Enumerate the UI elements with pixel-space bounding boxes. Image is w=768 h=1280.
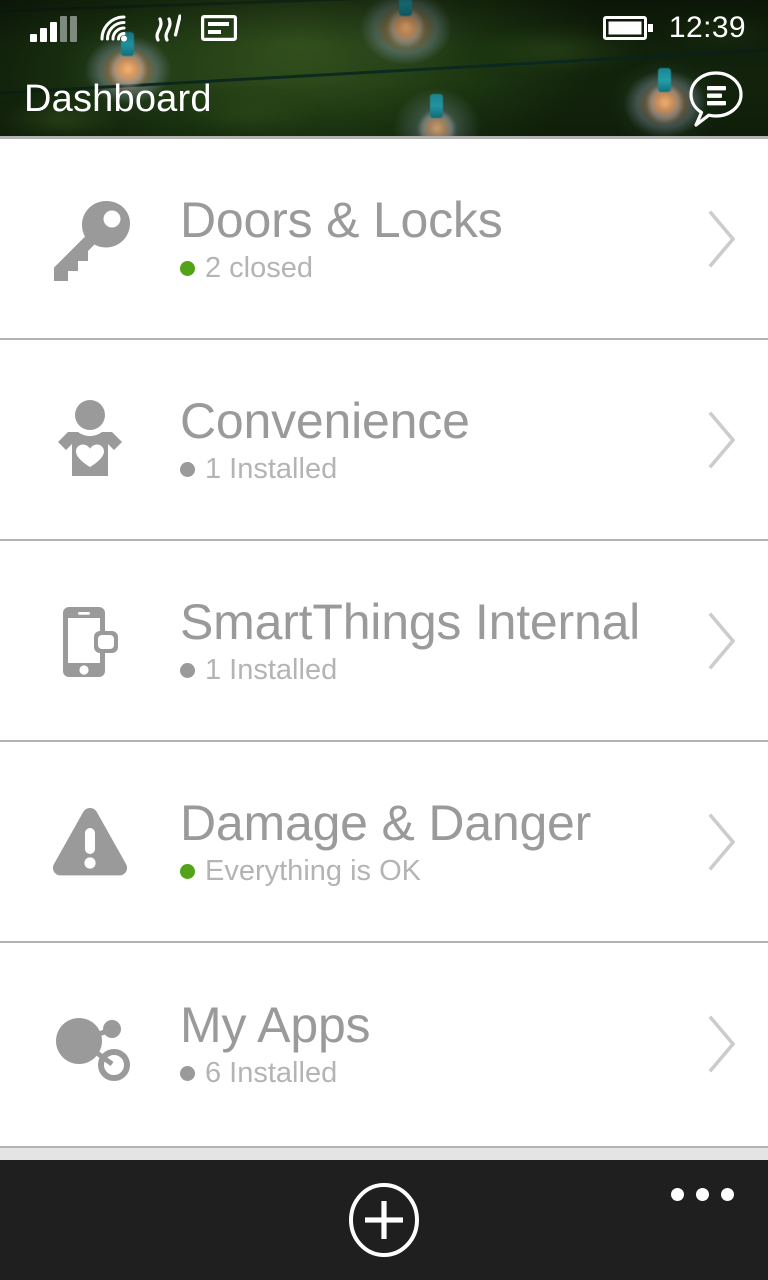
phone-screen: 12:39 Dashboard Doors & Locks 2 closed C… (0, 0, 768, 1280)
battery-full-icon (602, 16, 653, 40)
status-bar-left-icons (30, 14, 237, 42)
status-bar-right-icons: 12:39 (602, 11, 746, 44)
page-title: Dashboard (24, 78, 212, 120)
chat-bubble-menu-icon[interactable] (686, 70, 746, 128)
list-item-status: Everything is OK (180, 854, 666, 887)
list-item-body: Doors & Locks 2 closed (180, 191, 676, 284)
list-item-status-text: Everything is OK (205, 854, 421, 887)
status-bar: 12:39 (0, 0, 768, 56)
smartphone-device-icon (0, 540, 180, 741)
list-item-title: My Apps (180, 996, 371, 1053)
list-item-title: Convenience (180, 392, 470, 449)
status-dot (180, 863, 195, 879)
status-dot (180, 1065, 195, 1081)
list-item-body: My Apps 6 Installed (180, 996, 676, 1089)
wifi-icon (100, 15, 127, 42)
title-row: Dashboard (0, 62, 768, 136)
list-item-body: Damage & Danger Everything is OK (180, 794, 676, 887)
vibrate-icon (155, 14, 181, 42)
list-item-status-text: 2 closed (205, 251, 314, 284)
list-item-status-text: 1 Installed (205, 452, 338, 485)
status-bar-clock: 12:39 (668, 11, 746, 44)
share-nodes-icon (0, 943, 180, 1144)
list-item-status: 2 closed (180, 251, 666, 284)
more-ellipsis-icon[interactable] (671, 1188, 734, 1201)
list-item-status-text: 1 Installed (205, 653, 338, 686)
list-item[interactable]: Damage & Danger Everything is OK (0, 742, 768, 943)
add-circle-icon[interactable] (347, 1183, 421, 1257)
signal-bars-icon (30, 16, 77, 42)
list-item[interactable]: SmartThings Internal 1 Installed (0, 541, 768, 742)
app-bar (0, 1160, 768, 1280)
status-dot (180, 662, 195, 678)
list-item[interactable]: Convenience 1 Installed (0, 340, 768, 541)
status-dot (180, 461, 195, 477)
sim-card-icon (201, 14, 237, 41)
person-heart-icon (0, 339, 180, 540)
dashboard-list: Doors & Locks 2 closed Convenience 1 Ins… (0, 139, 768, 1146)
warning-triangle-icon (0, 741, 180, 942)
list-item-body: SmartThings Internal 1 Installed (180, 593, 676, 686)
list-item[interactable]: Doors & Locks 2 closed (0, 139, 768, 340)
list-item-body: Convenience 1 Installed (180, 392, 676, 485)
list-item[interactable]: My Apps 6 Installed (0, 943, 768, 1144)
list-item-title: Damage & Danger (180, 794, 592, 851)
chevron-right-icon[interactable] (676, 741, 768, 942)
chevron-right-icon[interactable] (676, 339, 768, 540)
list-item-status: 1 Installed (180, 653, 666, 686)
list-item-status: 6 Installed (180, 1056, 666, 1089)
chevron-right-icon[interactable] (676, 138, 768, 339)
chevron-right-icon[interactable] (676, 943, 768, 1144)
list-item-title: Doors & Locks (180, 191, 503, 248)
status-dot (180, 260, 195, 276)
list-bottom-edge (0, 1146, 768, 1160)
list-item-status: 1 Installed (180, 452, 666, 485)
list-item-status-text: 6 Installed (205, 1056, 338, 1089)
chevron-right-icon[interactable] (676, 540, 768, 741)
list-item-title: SmartThings Internal (180, 593, 641, 650)
key-icon (0, 138, 180, 339)
